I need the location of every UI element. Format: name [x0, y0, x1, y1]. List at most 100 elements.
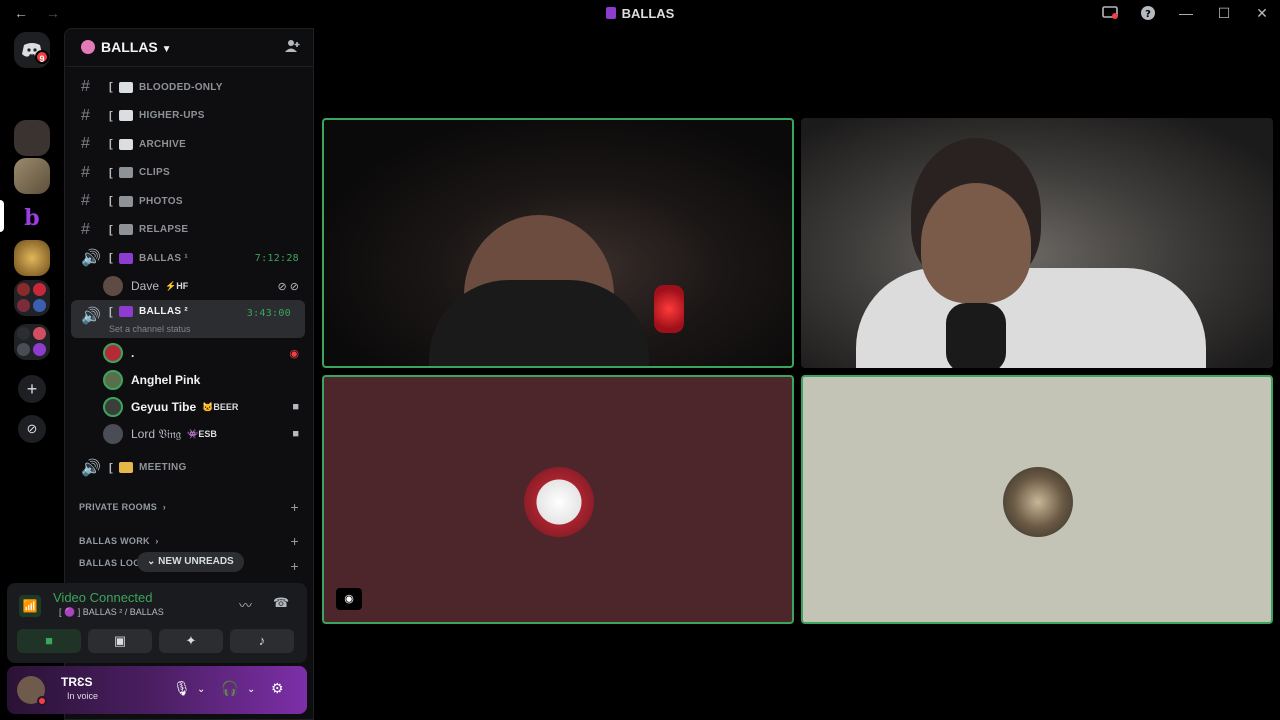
invite-people-icon[interactable] [285, 39, 301, 56]
voice-user[interactable]: Anghel Pink [65, 367, 313, 394]
disconnect-icon[interactable]: ☎ [273, 595, 289, 611]
connection-signal-icon[interactable]: 📶 [19, 595, 41, 617]
new-unreads-button[interactable]: ⌄ NEW UNREADS [137, 552, 244, 572]
voice-user[interactable]: . ◉ [65, 340, 313, 367]
user-tag: ⚡HF [165, 280, 189, 291]
selected-indicator [0, 200, 4, 232]
minimize-icon[interactable]: — [1176, 4, 1196, 22]
participant-avatar [1003, 467, 1073, 537]
category-private-rooms[interactable]: PRIVATE ROOMS › + [65, 490, 313, 524]
help-icon[interactable]: ? [1138, 4, 1158, 22]
chevron-down-icon[interactable]: ⌄ [197, 684, 205, 695]
server-ballas-icon[interactable]: b [14, 200, 50, 236]
chevron-right-icon: › [155, 536, 159, 546]
channel-status-input[interactable]: Set a channel status [109, 324, 191, 334]
voice-user-name: Geyuu Tibe [131, 400, 197, 414]
participant-shirt [856, 268, 1206, 368]
chevron-right-icon: › [162, 502, 166, 512]
channel-clips[interactable]: #[CLIPS [65, 159, 313, 188]
server-header[interactable]: BALLAS ▼ [65, 29, 313, 67]
server-avatar-2[interactable] [14, 158, 50, 194]
user-status: In voice [67, 691, 99, 701]
channel-archive[interactable]: #[ARCHIVE [65, 130, 313, 159]
microphone [946, 303, 1006, 368]
avatar [103, 343, 123, 363]
username[interactable]: TRƐS [61, 675, 93, 689]
microphone-icon[interactable]: 🎙 [173, 680, 191, 697]
deafened-icon: ⊘ ⊘ [277, 280, 300, 293]
video-camera-icon: ■ [292, 401, 299, 413]
microphone-light [654, 285, 684, 333]
explore-icon[interactable]: ⊘ [18, 415, 46, 443]
user-tag: 🐱BEER [202, 401, 239, 412]
voice-user-name: Anghel Pink [131, 373, 201, 387]
server-prestige-icon[interactable] [14, 240, 50, 276]
activities-button[interactable]: ✦ [159, 629, 223, 653]
noise-suppression-icon[interactable]: 〰 [239, 595, 252, 614]
text-channel-icon: # [81, 163, 91, 181]
channel-higher-ups[interactable]: #[HIGHER-UPS [65, 102, 313, 131]
voice-status[interactable]: Video Connected [53, 590, 153, 605]
mention-badge: 9 [35, 50, 49, 64]
headphones-icon[interactable]: 🎧 [221, 680, 238, 697]
voice-user[interactable]: Geyuu Tibe 🐱BEER ■ [65, 394, 313, 421]
video-tile-4[interactable] [801, 375, 1273, 624]
stream-indicator-icon: ◉ [336, 588, 362, 610]
add-channel-icon[interactable]: + [291, 499, 299, 515]
text-channel-icon: # [81, 106, 91, 124]
chevron-down-icon[interactable]: ⌄ [247, 684, 255, 695]
camera-button[interactable]: ■ [17, 629, 81, 653]
soundboard-button[interactable]: ♪ [230, 629, 294, 653]
avatar [103, 276, 123, 296]
title-bar: ← → BALLAS ? — ☐ ✕ [0, 0, 1280, 28]
channel-relapse[interactable]: #[RELAPSE [65, 216, 313, 245]
channel-blooded-only[interactable]: #[BLOODED-ONLY [65, 73, 313, 102]
speaker-icon: 🔊 [81, 250, 102, 268]
voice-connection-panel: 📶 Video Connected [ 🟣 ] BALLAS ² / BALLA… [7, 583, 307, 663]
chat-emoji-icon [118, 110, 133, 122]
voice-channel-meeting[interactable]: 🔊[MEETING [65, 454, 313, 483]
server-folder-1[interactable] [14, 280, 50, 316]
voice-timer: 3:43:00 [246, 307, 291, 319]
window-title: BALLAS [0, 6, 1280, 21]
close-icon[interactable]: ✕ [1252, 4, 1272, 22]
grape-emoji-icon [118, 305, 133, 317]
avatar [103, 370, 123, 390]
add-channel-icon[interactable]: + [291, 533, 299, 549]
status-dnd-icon [37, 696, 47, 706]
chat-emoji-icon [118, 138, 133, 150]
voice-user[interactable]: Lord 𝔙𝔦𝔫𝔤 👾ESB ■ [65, 421, 313, 448]
voice-timer: 7:12:28 [254, 252, 299, 264]
server-glyph-icon [605, 7, 616, 19]
participant-shirt [429, 280, 649, 366]
voice-user[interactable]: Dave ⚡HF ⊘ ⊘ [65, 273, 313, 300]
user-panel: TRƐS In voice 🎙 ⌄ 🎧 ⌄ ⚙ [7, 666, 307, 714]
video-tile-1[interactable] [322, 118, 794, 368]
voice-channel-ballas-2[interactable]: 🔊[BALLAS ² 3:43:00 Set a channel status [71, 299, 305, 338]
text-channel-icon: # [81, 192, 91, 210]
voice-location[interactable]: [ 🟣 ] BALLAS ² / BALLAS [59, 607, 164, 618]
lock-emoji-icon [118, 462, 133, 474]
settings-gear-icon[interactable]: ⚙ [271, 680, 284, 697]
screen-share-button[interactable]: ▣ [88, 629, 152, 653]
participant-avatar [524, 467, 594, 537]
voice-user-name: Lord 𝔙𝔦𝔫𝔤 [131, 426, 182, 441]
video-camera-icon: ■ [292, 428, 299, 440]
channel-photos[interactable]: #[PHOTOS [65, 187, 313, 216]
server-boost-icon [81, 40, 95, 54]
channel-list: #[BLOODED-ONLY #[HIGHER-UPS #[ARCHIVE #[… [65, 73, 313, 572]
add-channel-icon[interactable]: + [291, 558, 299, 572]
server-folder-2[interactable] [14, 324, 50, 360]
add-server-icon[interactable]: + [18, 375, 46, 403]
chat-emoji-icon [118, 81, 133, 93]
video-tile-3[interactable]: ◉ [322, 375, 794, 624]
speaker-icon: 🔊 [81, 459, 102, 477]
inbox-icon[interactable] [1100, 4, 1120, 22]
voice-user-name: Dave [131, 279, 160, 293]
maximize-icon[interactable]: ☐ [1214, 4, 1234, 22]
grape-emoji-icon [118, 252, 133, 264]
video-tile-2[interactable] [801, 118, 1273, 368]
voice-channel-ballas-1[interactable]: 🔊[BALLAS ¹ 7:12:28 [65, 244, 313, 273]
user-tag: 👾ESB [187, 428, 217, 439]
server-avatar-1[interactable] [14, 120, 50, 156]
